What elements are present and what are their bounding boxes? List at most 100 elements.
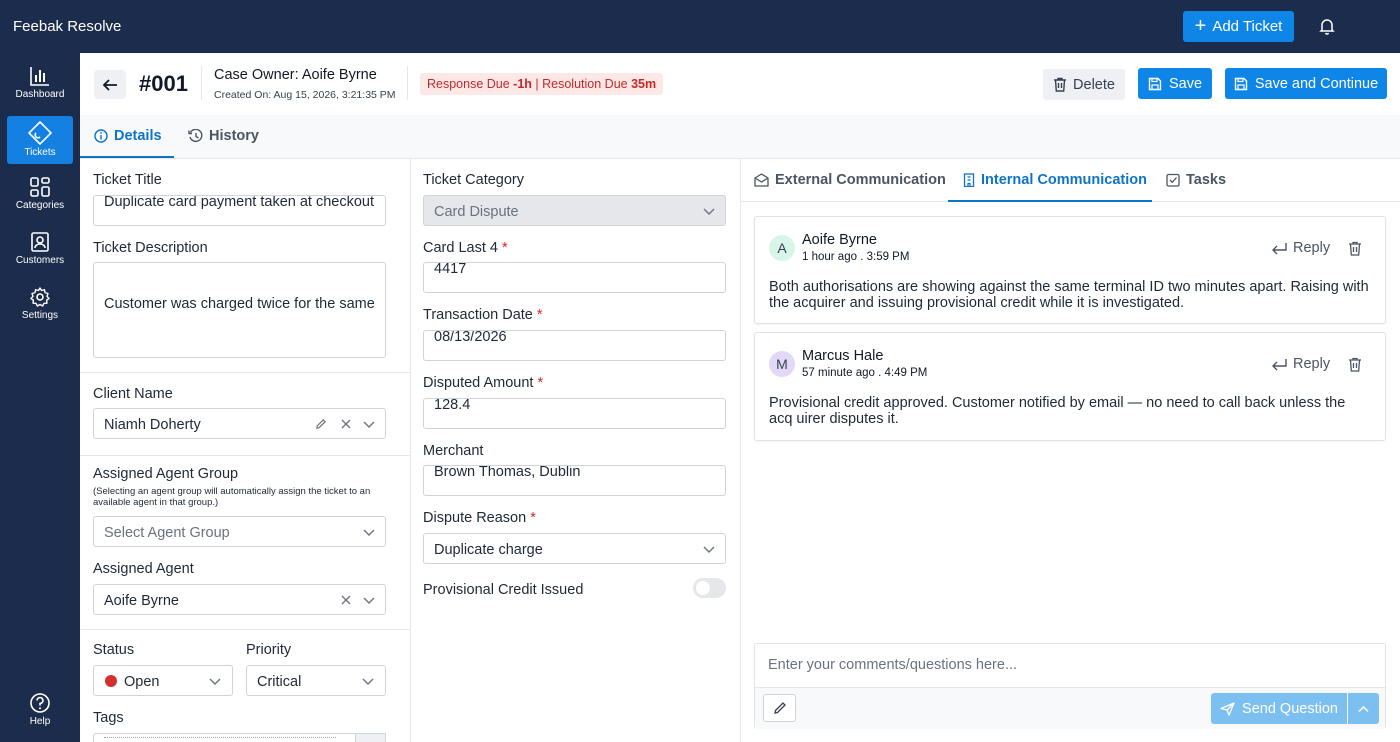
delete-button[interactable]: Delete [1043, 69, 1125, 100]
chevron-down-icon[interactable] [363, 594, 375, 606]
chevron-up-icon [1358, 705, 1369, 712]
message-meta: 57 minute ago . 4:49 PM [802, 367, 928, 379]
tags-input[interactable] [93, 733, 386, 742]
checkbox-icon [1166, 173, 1180, 187]
disputed-amount-input[interactable]: 128.4 [423, 398, 726, 429]
trash-icon [1054, 77, 1067, 92]
ticket-description-textarea[interactable]: Customer was charged twice for the same [93, 262, 386, 358]
message-meta: 1 hour ago . 3:59 PM [802, 251, 910, 263]
sidebar-item-settings[interactable]: Settings [7, 286, 73, 334]
building-icon [963, 173, 975, 187]
sidebar-item-label: Customers [15, 255, 65, 266]
send-options-button[interactable] [1348, 693, 1379, 724]
contact-card-icon [31, 232, 49, 252]
transaction-date-label: Transaction Date * [423, 307, 543, 323]
tab-label: History [209, 128, 259, 144]
reply-button[interactable]: Reply [1271, 240, 1330, 256]
bar-chart-icon [30, 67, 49, 86]
tab-tasks[interactable]: Tasks [1166, 172, 1226, 188]
merchant-input[interactable]: Brown Thomas, Dublin [423, 465, 726, 496]
header-divider [201, 66, 202, 100]
status-select[interactable]: Open [93, 665, 233, 696]
chevron-down-icon [362, 678, 374, 685]
chevron-down-icon [209, 678, 221, 685]
comment-input[interactable]: Enter your comments/questions here... [768, 657, 1017, 673]
chevron-down-icon [363, 529, 375, 536]
sidebar-item-label: Help [29, 716, 51, 727]
tab-external-communication[interactable]: External Communication [754, 172, 946, 188]
sidebar-item-dashboard[interactable]: Dashboard [7, 65, 73, 113]
pencil-icon [773, 702, 786, 714]
message-author: Aoife Byrne [802, 232, 877, 248]
agent-group-select[interactable]: Select Agent Group [93, 516, 386, 547]
sidebar-item-customers[interactable]: Customers [7, 231, 73, 279]
tab-label: Details [114, 128, 162, 144]
pencil-icon[interactable] [315, 418, 327, 430]
client-name-label: Client Name [93, 386, 173, 402]
message-text: Provisional credit approved. Customer no… [769, 395, 1346, 427]
plus-icon: + [1194, 14, 1207, 37]
history-icon [188, 129, 203, 143]
app-name: Feebak Resolve [13, 18, 122, 35]
transaction-date-input[interactable]: 08/13/2026 [423, 330, 726, 361]
ticket-icon [28, 121, 52, 145]
section-divider [80, 629, 410, 630]
clear-icon[interactable] [340, 594, 352, 606]
ticket-title-label: Ticket Title [93, 172, 162, 188]
tags-placeholder [104, 737, 336, 741]
chevron-down-icon[interactable] [363, 418, 375, 430]
tab-history[interactable]: History [188, 128, 259, 144]
tags-label: Tags [93, 710, 124, 726]
sidebar-item-label: Categories [15, 200, 65, 211]
save-button[interactable]: Save [1138, 68, 1212, 99]
merchant-label: Merchant [423, 443, 484, 459]
trash-icon[interactable] [1348, 357, 1362, 372]
message-text: Both authorisations are showing against … [769, 279, 1369, 311]
save-and-continue-button[interactable]: Save and Continue [1225, 68, 1387, 99]
bell-icon[interactable] [1317, 16, 1337, 36]
sidebar-item-label: Settings [21, 310, 59, 321]
assigned-agent-group-label: Assigned Agent Group [93, 466, 239, 482]
compose-box: Enter your comments/questions here... Se… [754, 643, 1386, 729]
clear-icon[interactable] [340, 418, 352, 430]
dispute-reason-label: Dispute Reason * [423, 510, 536, 526]
assigned-agent-select[interactable]: Aoife Byrne [93, 584, 386, 615]
tabs-bar [80, 115, 1400, 159]
card-last4-input[interactable]: 4417 [423, 262, 726, 293]
sidebar-item-categories[interactable]: Categories [7, 176, 73, 224]
avatar: A [769, 235, 795, 261]
info-icon [94, 129, 108, 143]
dispute-reason-select[interactable]: Duplicate charge [423, 533, 726, 564]
mail-open-icon [754, 173, 769, 187]
compose-toolbar: Send Question [755, 687, 1385, 729]
provisional-credit-label: Provisional Credit Issued [423, 582, 584, 598]
save-and-continue-label: Save and Continue [1254, 75, 1379, 92]
delete-label: Delete [1073, 76, 1115, 93]
status-label: Status [93, 642, 135, 658]
ticket-number: #001 [139, 71, 188, 96]
reply-button[interactable]: Reply [1271, 356, 1330, 372]
arrow-left-icon [102, 78, 117, 91]
ticket-description-label: Ticket Description [93, 240, 208, 256]
provisional-credit-toggle[interactable] [693, 578, 726, 598]
add-ticket-button[interactable]: + Add Ticket [1183, 11, 1294, 42]
priority-label: Priority [246, 642, 292, 658]
tab-internal-communication[interactable]: Internal Communication [963, 172, 1147, 188]
ticket-title-input[interactable]: Duplicate card payment taken at checkout [93, 195, 386, 226]
avatar: M [769, 351, 795, 377]
trash-icon[interactable] [1348, 241, 1362, 256]
sidebar-item-help[interactable]: Help [7, 692, 73, 740]
client-name-select[interactable]: Niamh Doherty [93, 408, 386, 439]
send-question-button[interactable]: Send Question [1211, 693, 1347, 724]
tab-details[interactable]: Details [94, 128, 162, 144]
edit-button[interactable] [763, 694, 796, 722]
tags-add-button[interactable] [355, 733, 386, 742]
ticket-category-label: Ticket Category [423, 172, 524, 188]
sidebar-item-tickets[interactable]: Tickets [7, 116, 73, 164]
message-card: M Marcus Hale 57 minute ago . 4:49 PM Re… [754, 332, 1386, 441]
message-card: A Aoife Byrne 1 hour ago . 3:59 PM Reply… [754, 216, 1386, 324]
back-button[interactable] [94, 70, 126, 99]
priority-select[interactable]: Critical [246, 665, 386, 696]
header-divider [407, 66, 408, 100]
sidebar-item-label: Dashboard [15, 89, 65, 100]
